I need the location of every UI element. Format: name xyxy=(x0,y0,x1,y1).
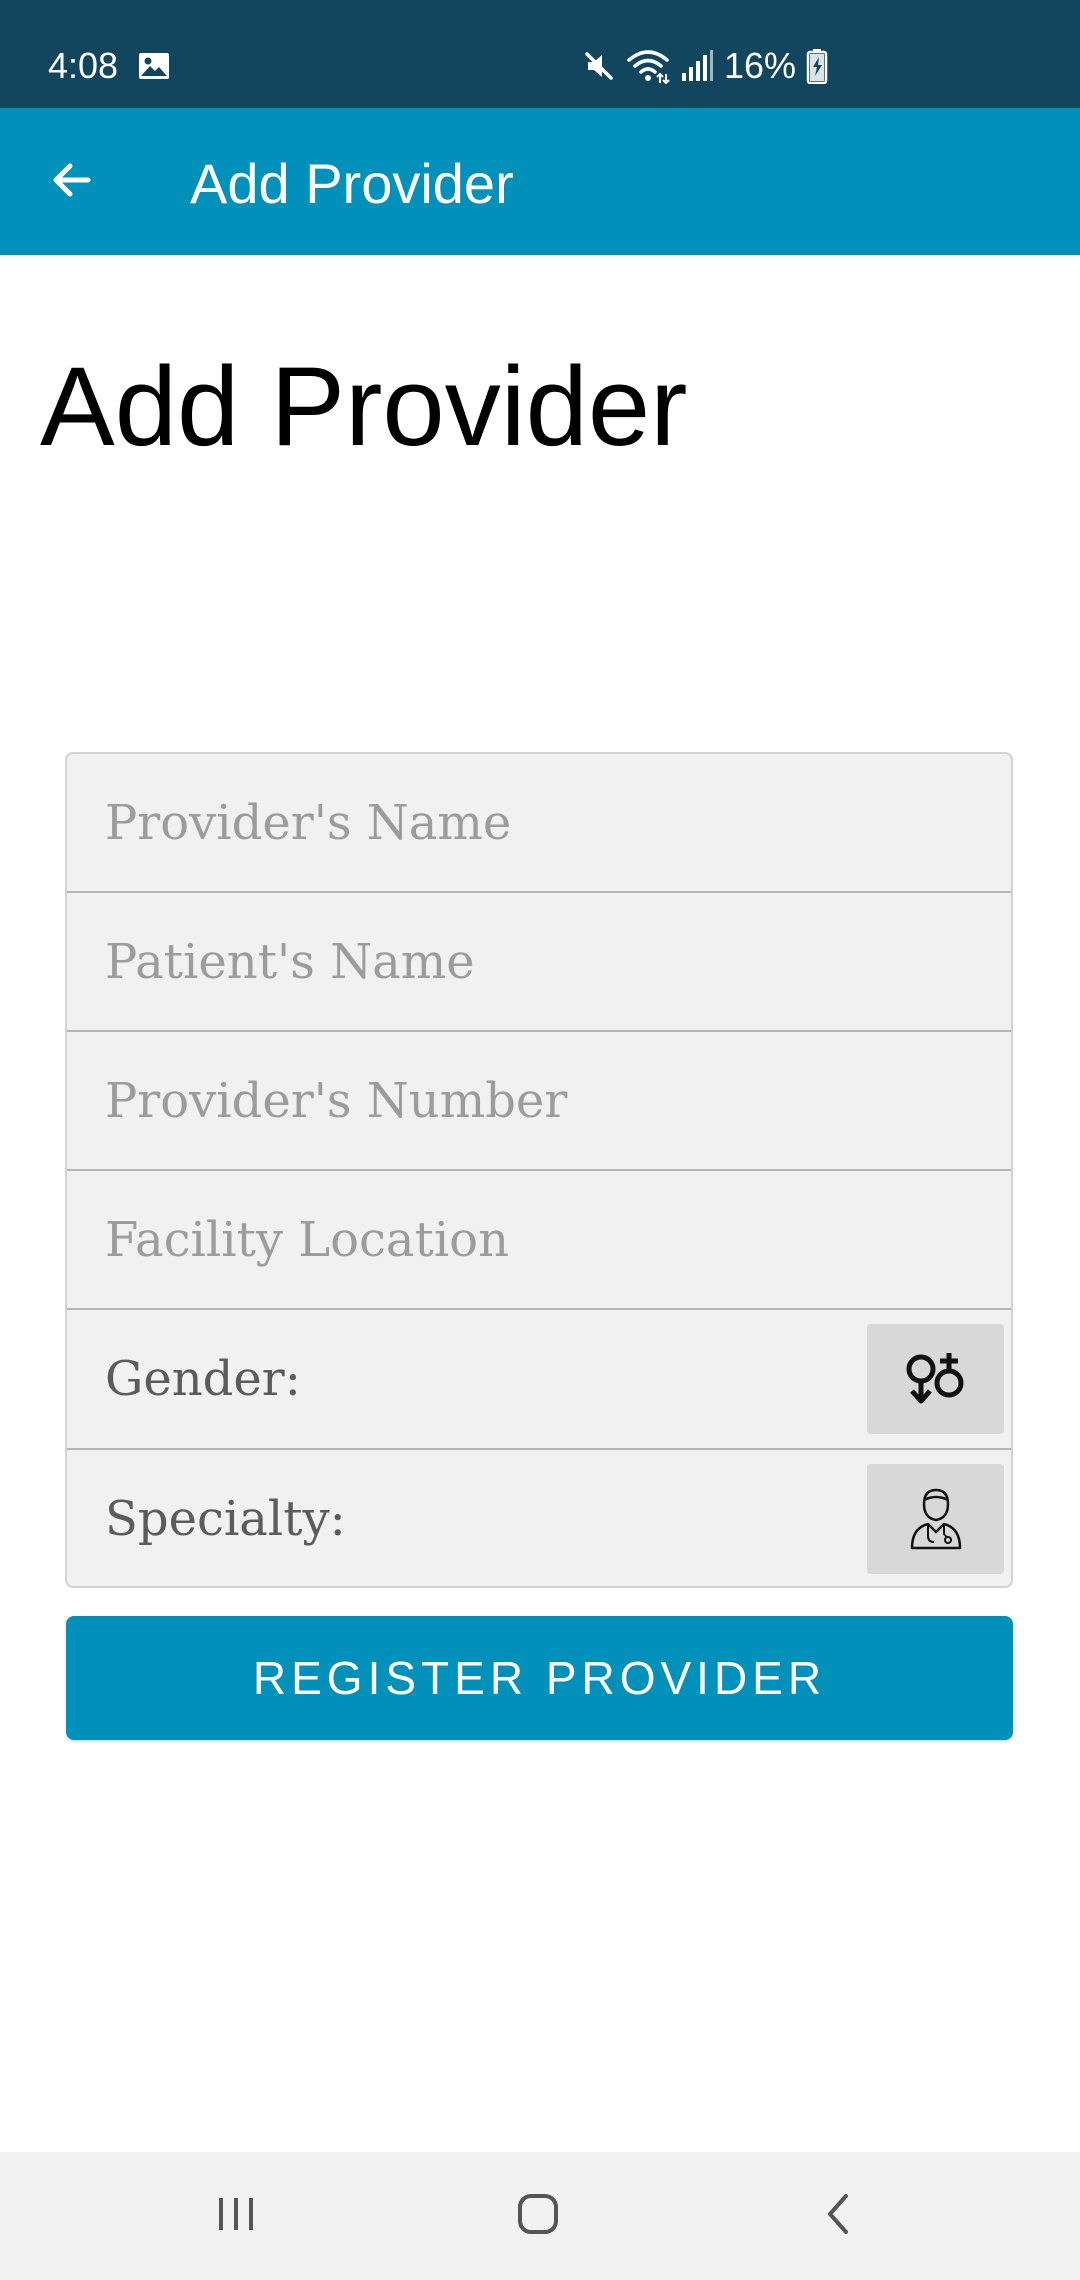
patient-name-input[interactable] xyxy=(67,893,1011,1031)
nav-back-button[interactable] xyxy=(780,2174,900,2258)
recent-apps-button[interactable] xyxy=(176,2174,296,2258)
specialty-row: Specialty: xyxy=(67,1450,1011,1586)
provider-number-input[interactable] xyxy=(67,1032,1011,1170)
battery-percent: 16% xyxy=(724,45,797,86)
mute-icon xyxy=(582,49,616,83)
provider-number-row xyxy=(67,1032,1011,1170)
register-provider-button[interactable]: REGISTER PROVIDER xyxy=(66,1616,1013,1740)
doctor-icon xyxy=(906,1484,966,1555)
status-icons: 16% xyxy=(582,44,828,88)
back-icon xyxy=(818,2190,862,2243)
home-button[interactable] xyxy=(478,2174,598,2258)
home-icon xyxy=(514,2190,562,2243)
signal-icon xyxy=(680,49,714,83)
gender-picker-button[interactable] xyxy=(867,1324,1004,1434)
battery-icon xyxy=(806,48,828,84)
facility-location-row xyxy=(67,1171,1011,1309)
provider-form: Gender: Specialty: xyxy=(65,752,1013,1588)
app-bar: Add Provider xyxy=(0,108,1080,255)
patient-name-row xyxy=(67,893,1011,1031)
navigation-bar xyxy=(0,2152,1080,2280)
facility-location-input[interactable] xyxy=(67,1171,1011,1309)
gender-row: Gender: xyxy=(67,1310,1011,1448)
gender-label: Gender: xyxy=(105,1351,301,1407)
specialty-picker-button[interactable] xyxy=(867,1464,1004,1574)
gallery-icon xyxy=(138,52,170,80)
app-bar-title: Add Provider xyxy=(190,152,514,215)
arrow-left-icon xyxy=(48,156,96,209)
back-button[interactable] xyxy=(24,140,120,224)
status-time: 4:08 xyxy=(48,45,119,86)
status-bar: 4:08 16% xyxy=(0,0,1080,108)
gender-icon xyxy=(903,1347,969,1412)
recent-apps-icon xyxy=(214,2192,258,2241)
page-title: Add Provider xyxy=(40,344,688,469)
provider-name-row xyxy=(67,754,1011,892)
specialty-label: Specialty: xyxy=(105,1491,346,1547)
provider-name-input[interactable] xyxy=(67,754,1011,892)
wifi-icon xyxy=(626,48,670,84)
